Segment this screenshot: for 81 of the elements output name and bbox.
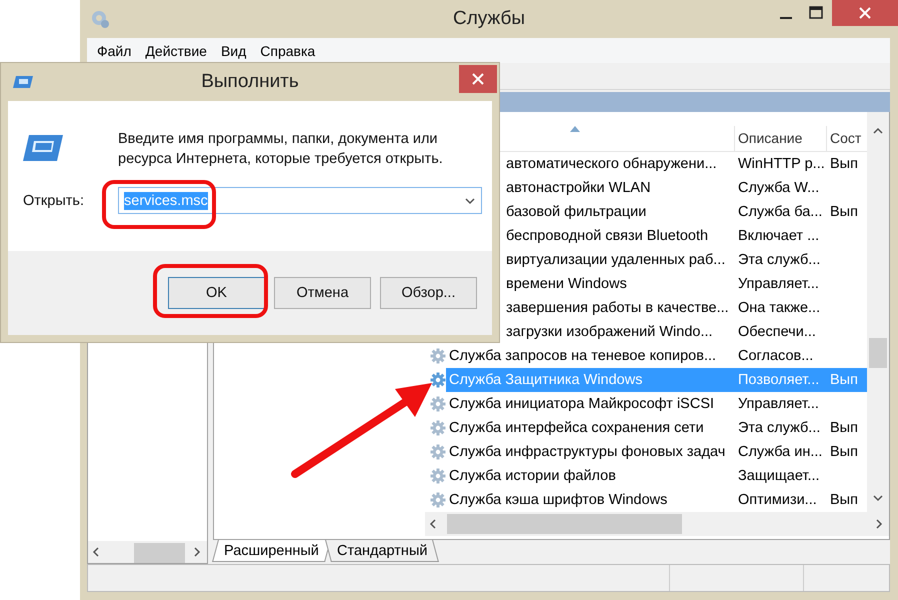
service-row[interactable]: Служба истории файлов Защищает... [425, 464, 867, 488]
gear-icon [430, 444, 446, 460]
gear-icon [430, 468, 446, 484]
service-name: завершения работы в качестве... [505, 299, 730, 318]
close-button[interactable] [832, 0, 898, 26]
service-name: Служба интерфейса сохранения сети [448, 419, 705, 438]
minimize-icon [780, 17, 792, 19]
service-description: Оптимизи... [737, 491, 818, 510]
close-icon [859, 7, 871, 19]
service-description: Эта служб... [737, 251, 822, 270]
service-name: Служба инициатора Майкрософт iSCSI [448, 395, 716, 414]
service-status: Вып [827, 368, 867, 392]
service-row[interactable]: Служба кэша шрифтов Windows Оптимизи... Вып [425, 488, 867, 512]
dialog-button[interactable]: Обзор... [380, 277, 477, 309]
service-name: Служба запросов на теневое копиров... [448, 347, 718, 366]
horizontal-scrollbar[interactable] [425, 512, 889, 536]
scroll-up-icon[interactable] [873, 126, 883, 136]
service-description: Служба ин... [737, 443, 824, 462]
service-name: Служба инфраструктуры фоновых задач [448, 443, 726, 462]
service-description: Служба W... [737, 179, 820, 198]
vertical-scrollbar[interactable] [867, 112, 889, 512]
service-description: Включает ... [737, 227, 820, 246]
menu-item[interactable]: Файл [97, 42, 132, 58]
run-icon [23, 135, 63, 161]
service-name: Служба кэша шрифтов Windows [448, 491, 668, 510]
service-name: базовой фильтрации [505, 203, 648, 222]
gear-icon [430, 492, 446, 508]
dropdown-chevron-icon[interactable] [465, 196, 475, 206]
service-status: Вып [829, 491, 859, 510]
column-header[interactable]: Описание [735, 126, 827, 152]
service-name: времени Windows [505, 275, 628, 294]
gear-icon [430, 372, 446, 388]
service-name: загрузки изображений Windo... [505, 323, 714, 342]
service-status: Вып [829, 155, 859, 174]
service-description: Она также... [737, 299, 822, 318]
dialog-button[interactable]: Отмена [274, 277, 371, 309]
sort-arrow-icon [570, 126, 580, 132]
service-name: Служба Защитника Windows [446, 368, 735, 392]
scroll-down-icon[interactable] [873, 493, 883, 503]
service-description: Позволяет... [735, 368, 827, 392]
service-description: Обеспечи... [737, 323, 817, 342]
dialog-button[interactable]: OK [168, 277, 265, 309]
service-name: беспроводной связи Bluetooth [505, 227, 710, 246]
scrollbar-thumb[interactable] [869, 338, 887, 368]
service-description: Эта служб... [737, 419, 822, 438]
service-row[interactable]: Служба инфраструктуры фоновых задач Служба ин... Вып [425, 440, 867, 464]
service-name: автонастройки WLAN [505, 179, 652, 198]
service-status: Вып [829, 203, 859, 222]
gears-icon [90, 9, 110, 29]
menu-item[interactable]: Справка [260, 42, 316, 58]
dialog-title: Выполнить [201, 71, 299, 93]
maximize-icon [809, 6, 823, 20]
service-description: Управляет... [737, 395, 820, 414]
close-button[interactable] [459, 65, 497, 93]
gear-icon [430, 396, 446, 412]
service-name: виртуализации удаленных раб... [505, 251, 726, 270]
service-row[interactable]: Служба инициатора Майкрософт iSCSI Управляет... [425, 392, 867, 416]
menu-item[interactable]: Вид [220, 42, 246, 58]
service-description: Служба ба... [737, 203, 824, 222]
gear-icon [430, 348, 446, 364]
view-tab[interactable]: Стандартный [324, 540, 440, 562]
service-description: Управляет... [737, 275, 820, 294]
service-name: Служба истории файлов [448, 467, 617, 486]
service-name: автоматического обнаружени... [505, 155, 718, 174]
service-row[interactable]: Служба интерфейса сохранения сети Эта служб... Вып [425, 416, 867, 440]
scrollbar-thumb[interactable] [447, 514, 682, 534]
service-status: Вып [829, 419, 859, 438]
run-icon [13, 76, 33, 88]
service-description: Согласов... [737, 347, 814, 366]
service-description: WinHTTP р... [737, 155, 826, 174]
horizontal-scrollbar[interactable] [88, 541, 207, 563]
window-title: Службы [453, 8, 525, 30]
close-icon [472, 73, 484, 85]
service-row[interactable]: Служба запросов на теневое копиров... Согласов... [425, 344, 867, 368]
gear-icon [430, 420, 446, 436]
service-description: Защищает... [737, 467, 821, 486]
scrollbar-thumb[interactable] [134, 543, 185, 563]
open-label: Открыть: [23, 192, 85, 208]
service-status: Вып [829, 443, 859, 462]
dialog-prompt: Введите имя программы, папки, документа или ресурса Интернета, которые требуется открыть. [118, 130, 444, 169]
menu-item[interactable]: Действие [145, 42, 207, 58]
